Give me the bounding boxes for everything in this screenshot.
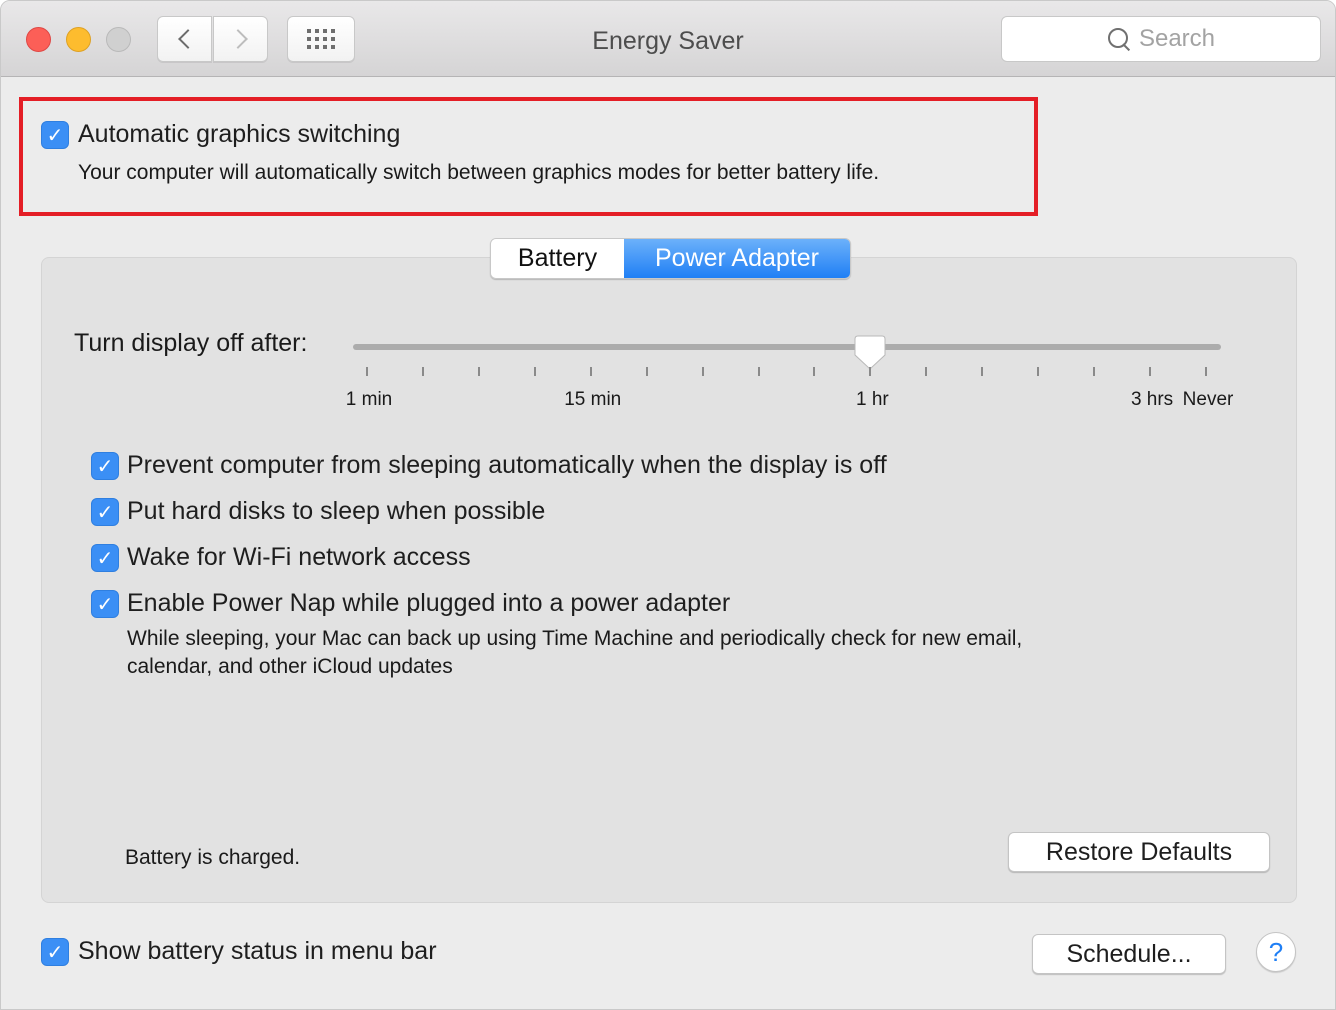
hard-disk-sleep-checkbox[interactable]: ✓ (91, 498, 119, 526)
show-battery-status-label: Show battery status in menu bar (78, 937, 437, 965)
magnifying-glass-icon (1107, 27, 1131, 51)
power-source-tabs: Battery Power Adapter (490, 238, 851, 279)
title-bar: Energy Saver Search (1, 1, 1335, 77)
graphics-switching-checkbox[interactable]: ✓ (41, 121, 69, 149)
power-nap-checkbox[interactable]: ✓ (91, 590, 119, 618)
search-field[interactable]: Search (1001, 16, 1321, 62)
checkmark-icon: ✓ (96, 593, 114, 616)
question-mark-icon: ? (1268, 936, 1284, 967)
wake-wifi-checkbox[interactable]: ✓ (91, 544, 119, 572)
slider-thumb[interactable] (854, 335, 886, 371)
power-nap-description-line-1: While sleeping, your Mac can back up usi… (127, 627, 1023, 650)
tab-battery[interactable]: Battery (491, 239, 624, 278)
search-placeholder: Search (1138, 25, 1216, 52)
battery-status-text: Battery is charged. (125, 846, 301, 869)
checkmark-icon: ✓ (96, 547, 114, 570)
slider-track[interactable] (353, 344, 1221, 350)
show-battery-status-checkbox[interactable]: ✓ (41, 938, 69, 966)
highlight-annotation-box (19, 97, 1038, 216)
schedule-button[interactable]: Schedule... (1032, 934, 1226, 974)
checkmark-icon: ✓ (46, 941, 64, 964)
checkmark-icon: ✓ (46, 124, 64, 147)
display-sleep-label: Turn display off after: (74, 329, 308, 357)
prevent-sleep-checkbox[interactable]: ✓ (91, 452, 119, 480)
restore-defaults-button[interactable]: Restore Defaults (1008, 832, 1270, 872)
energy-saver-window: Energy Saver Search ✓ Automatic graphics… (0, 0, 1336, 1010)
prevent-sleep-label: Prevent computer from sleeping automatic… (127, 451, 887, 479)
graphics-switching-label: Automatic graphics switching (78, 120, 401, 148)
tab-power-adapter[interactable]: Power Adapter (624, 239, 850, 278)
power-nap-description-line-2: calendar, and other iCloud updates (127, 655, 453, 678)
wake-wifi-label: Wake for Wi-Fi network access (127, 543, 471, 571)
hard-disk-sleep-label: Put hard disks to sleep when possible (127, 497, 546, 525)
power-nap-label: Enable Power Nap while plugged into a po… (127, 589, 731, 617)
graphics-switching-description: Your computer will automatically switch … (78, 161, 880, 184)
checkmark-icon: ✓ (96, 501, 114, 524)
checkmark-icon: ✓ (96, 455, 114, 478)
help-button[interactable]: ? (1256, 932, 1296, 972)
